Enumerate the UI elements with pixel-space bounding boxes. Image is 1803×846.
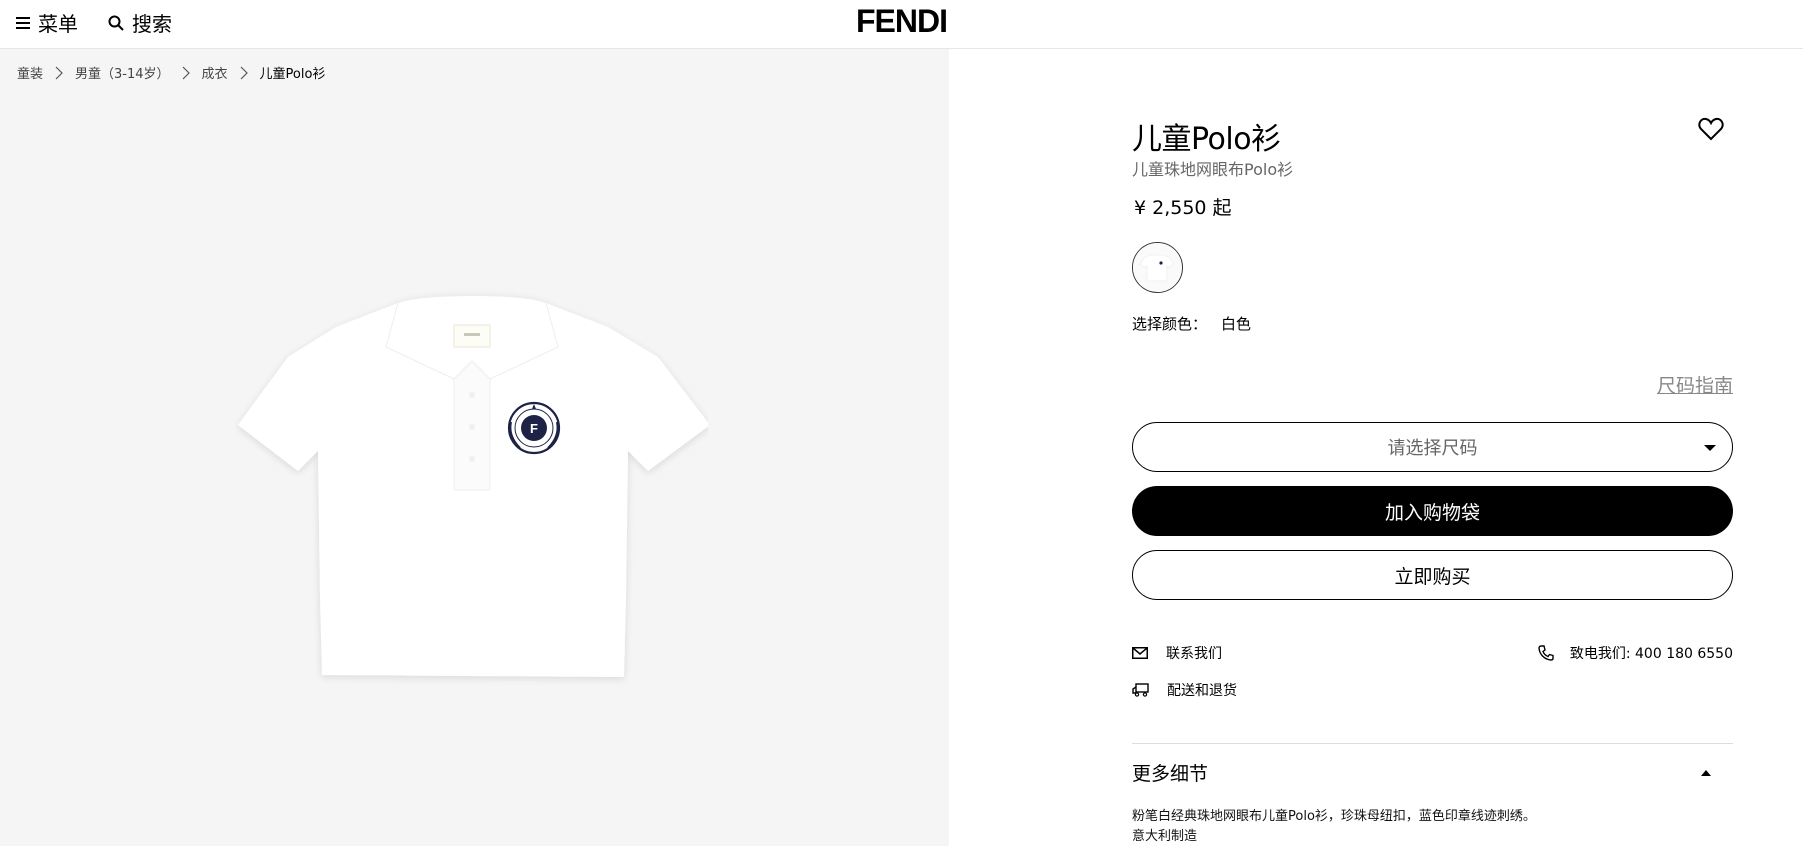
breadcrumb-item[interactable]: 男童（3-14岁） <box>75 63 170 82</box>
description-line: 粉笔白经典珠地网眼布儿童Polo衫，珍珠母纽扣，蓝色印章线迹刺绣。 <box>1132 809 1536 824</box>
heart-icon[interactable] <box>1698 117 1724 141</box>
buy-now-button[interactable]: 立即购买 <box>1132 550 1733 600</box>
color-label: 选择颜色： <box>1132 315 1208 333</box>
product-subtitle: 儿童珠地网眼布Polo衫 <box>1132 160 1294 179</box>
chevron-right-icon <box>240 66 248 79</box>
breadcrumb-item[interactable]: 童装 <box>17 63 43 82</box>
breadcrumb-item[interactable]: 成衣 <box>202 63 228 82</box>
menu-button[interactable]: 菜单 <box>16 8 78 37</box>
color-swatch-white[interactable] <box>1132 242 1183 293</box>
call-us-link[interactable]: 致电我们: 400 180 6550 <box>1538 643 1733 663</box>
svg-text:F: F <box>530 421 538 436</box>
product-image-panel: 童装 男童（3-14岁） 成衣 儿童Polo衫 F <box>0 49 949 846</box>
more-details-heading: 更多细节 <box>1132 763 1209 785</box>
shipping-returns-link[interactable]: 配送和退货 <box>1132 680 1237 700</box>
search-label: 搜索 <box>132 12 172 36</box>
add-to-bag-button[interactable]: 加入购物袋 <box>1132 486 1733 536</box>
more-details-toggle[interactable]: 更多细节 <box>1132 759 1733 786</box>
size-guide-link[interactable]: 尺码指南 <box>1657 371 1733 398</box>
product-title: 儿童Polo衫 <box>1132 122 1281 157</box>
search-button[interactable]: 搜索 <box>108 8 172 37</box>
divider <box>1132 743 1733 744</box>
product-price: ¥ 2,550 起 <box>1134 197 1232 219</box>
swatch-thumbnail <box>1133 243 1181 291</box>
color-value: 白色 <box>1221 315 1252 333</box>
breadcrumb: 童装 男童（3-14岁） 成衣 儿童Polo衫 <box>17 63 325 82</box>
search-icon <box>108 15 124 31</box>
contact-us-link[interactable]: 联系我们 <box>1132 643 1222 663</box>
description-line: 意大利制造 <box>1132 829 1198 844</box>
chevron-right-icon <box>55 66 63 79</box>
menu-label: 菜单 <box>38 12 78 36</box>
color-selection: 选择颜色： 白色 <box>1132 313 1251 334</box>
contact-us-label: 联系我们 <box>1166 646 1222 662</box>
phone-icon <box>1538 645 1554 661</box>
chevron-right-icon <box>182 66 190 79</box>
brand-logo[interactable]: FENDI <box>856 3 948 39</box>
breadcrumb-current: 儿童Polo衫 <box>259 67 326 82</box>
size-select[interactable]: 请选择尺码 <box>1132 422 1733 472</box>
hamburger-icon <box>16 16 30 29</box>
call-us-label: 致电我们: 400 180 6550 <box>1569 646 1733 662</box>
product-image[interactable]: F <box>228 275 708 735</box>
product-description: 粉笔白经典珠地网眼布儿童Polo衫，珍珠母纽扣，蓝色印章线迹刺绣。 意大利制造 <box>1132 807 1733 846</box>
caret-up-icon <box>1701 769 1711 776</box>
product-info-panel: 儿童Polo衫 儿童珠地网眼布Polo衫 ¥ 2,550 起 选择颜色： 白色 尺… <box>1132 49 1733 846</box>
shipping-returns-label: 配送和退货 <box>1167 683 1237 699</box>
top-header: 菜单 搜索 FENDI <box>0 0 1803 49</box>
mail-icon <box>1132 647 1148 659</box>
caret-down-icon <box>1704 445 1716 451</box>
truck-icon <box>1132 683 1149 697</box>
size-select-placeholder: 请选择尺码 <box>1387 438 1478 459</box>
